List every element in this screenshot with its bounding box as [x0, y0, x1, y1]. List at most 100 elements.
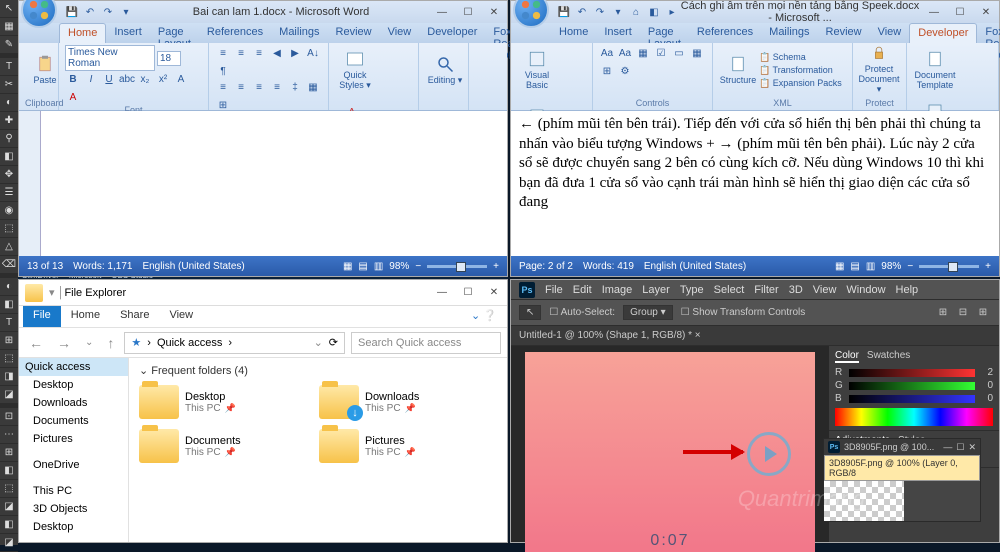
menu-image[interactable]: Image: [602, 284, 633, 296]
tab-insert[interactable]: Insert: [106, 23, 150, 43]
control-button[interactable]: ▦: [635, 45, 651, 61]
fontcolor-button[interactable]: A: [65, 89, 81, 105]
sidebar-item-onedrive[interactable]: OneDrive: [19, 456, 128, 474]
sidebar-item-desktop2[interactable]: Desktop: [19, 518, 128, 536]
font-name-select[interactable]: Times New Roman: [65, 45, 155, 71]
align-center-button[interactable]: ≡: [233, 79, 249, 95]
panel-tab-swatches[interactable]: Swatches: [867, 350, 910, 363]
control-button[interactable]: ☑: [653, 45, 669, 61]
transparency-canvas[interactable]: [824, 481, 904, 521]
tool-btn[interactable]: ⋯: [0, 426, 18, 444]
highlight-button[interactable]: A: [173, 71, 189, 87]
zoom-level[interactable]: 98%: [881, 261, 901, 272]
view-web-icon[interactable]: ▥: [374, 261, 383, 272]
menu-filter[interactable]: Filter: [754, 284, 778, 296]
tool-btn[interactable]: ✎: [0, 36, 18, 54]
ps-canvas-area[interactable]: 0:07 Quantrimang: [511, 346, 829, 542]
ps-document-tab[interactable]: Untitled-1 @ 100% (Shape 1, RGB/8) * ×: [511, 326, 999, 346]
autoselect-group-select[interactable]: Group ▾: [623, 305, 673, 320]
view-print-icon[interactable]: ▦: [835, 261, 844, 272]
ps-logo-icon[interactable]: Ps: [519, 282, 535, 298]
qat-more-icon[interactable]: ▾: [611, 5, 625, 19]
sidebar-item-thispc[interactable]: This PC: [19, 482, 128, 500]
qat-more-icon[interactable]: ▾: [119, 5, 133, 19]
address-input[interactable]: ★ › Quick access › ⌄ ⟳: [124, 332, 345, 354]
align-justify-button[interactable]: ≡: [269, 79, 285, 95]
tool-btn[interactable]: T: [0, 58, 18, 76]
word1-document[interactable]: [41, 111, 507, 256]
tab-page-layout[interactable]: Page Layout: [640, 23, 689, 43]
menu-type[interactable]: Type: [680, 284, 704, 296]
nav-back-button[interactable]: ←: [25, 335, 47, 351]
bullets-button[interactable]: ≡: [215, 45, 231, 61]
menu-edit[interactable]: Edit: [573, 284, 592, 296]
close-button[interactable]: ✕: [973, 3, 999, 21]
ribbon-expand-button[interactable]: ⌄ ❔: [461, 306, 507, 327]
qat-undo-icon[interactable]: ↶: [575, 5, 589, 19]
breadcrumb[interactable]: ›: [228, 337, 232, 349]
control-button[interactable]: Aa: [617, 45, 633, 61]
word2-document[interactable]: ← (phím mũi tên bên trái). Tiếp đến với …: [511, 111, 999, 256]
tool-btn[interactable]: ⬚: [0, 480, 18, 498]
refresh-button[interactable]: ⟳: [329, 336, 338, 349]
tab-references[interactable]: References: [689, 23, 761, 43]
sidebar-quick-access[interactable]: Quick access: [19, 358, 128, 376]
align-button[interactable]: ⊞: [975, 305, 991, 321]
qat-redo-icon[interactable]: ↷: [101, 5, 115, 19]
visual-basic-button[interactable]: Visual Basic: [517, 45, 557, 95]
g-slider[interactable]: [849, 382, 975, 390]
r-slider[interactable]: [849, 369, 975, 377]
menu-layer[interactable]: Layer: [642, 284, 670, 296]
play-button-icon[interactable]: [747, 432, 791, 476]
align-left-button[interactable]: ≡: [215, 79, 231, 95]
maximize-button[interactable]: ☐: [455, 284, 481, 302]
status-lang[interactable]: English (United States): [644, 261, 746, 272]
nav-history-button[interactable]: ⌄: [81, 337, 97, 348]
tool-btn[interactable]: ↖: [0, 0, 18, 18]
r-value[interactable]: 2: [979, 367, 993, 378]
strike-button[interactable]: abc: [119, 71, 135, 87]
view-web-icon[interactable]: ▥: [866, 261, 875, 272]
tool-btn[interactable]: ◪: [0, 498, 18, 516]
tab-references[interactable]: References: [199, 23, 271, 43]
show-transform-checkbox[interactable]: ☐ Show Transform Controls: [681, 307, 806, 318]
qat-extra-icon[interactable]: ⌂: [629, 5, 643, 19]
nav-forward-button[interactable]: →: [53, 335, 75, 351]
menu-view[interactable]: View: [813, 284, 837, 296]
align-button[interactable]: ⊞: [935, 305, 951, 321]
tool-btn[interactable]: ◐: [0, 278, 18, 296]
color-spectrum[interactable]: [835, 408, 993, 426]
tool-btn[interactable]: ◪: [0, 386, 18, 404]
xml-expansion-button[interactable]: 📋 Expansion Packs: [759, 78, 842, 89]
close-button[interactable]: ✕: [481, 284, 507, 302]
menu-window[interactable]: Window: [846, 284, 885, 296]
explorer-titlebar[interactable]: ▾ │ File Explorer — ☐ ✕: [19, 280, 507, 306]
tool-btn[interactable]: ▦: [0, 18, 18, 36]
word2-titlebar[interactable]: 💾 ↶ ↷ ▾ ⌂ ◧ ▸ Cách ghi âm trên mọi nền t…: [511, 1, 999, 23]
italic-button[interactable]: I: [83, 71, 99, 87]
maximize-button[interactable]: ☐: [947, 3, 973, 21]
sidebar-item-pictures[interactable]: Pictures: [19, 430, 128, 448]
minimize-button[interactable]: —: [943, 442, 952, 452]
menu-3d[interactable]: 3D: [789, 284, 803, 296]
ps-artboard[interactable]: 0:07 Quantrimang: [525, 352, 815, 552]
sort-button[interactable]: A↓: [305, 45, 321, 61]
tool-btn[interactable]: ⊞: [0, 332, 18, 350]
minimize-button[interactable]: —: [429, 284, 455, 302]
tab-developer[interactable]: Developer: [909, 23, 977, 43]
tab-home[interactable]: Home: [59, 23, 106, 43]
status-lang[interactable]: English (United States): [142, 261, 244, 272]
indent-inc-button[interactable]: ▶: [287, 45, 303, 61]
folder-downloads[interactable]: DownloadsThis PC📌: [319, 385, 469, 419]
control-button[interactable]: ⚙: [617, 63, 633, 79]
search-input[interactable]: Search Quick access: [351, 332, 501, 354]
panel-tab-color[interactable]: Color: [835, 350, 859, 363]
tool-btn[interactable]: T: [0, 314, 18, 332]
tool-btn[interactable]: ◧: [0, 148, 18, 166]
align-right-button[interactable]: ≡: [251, 79, 267, 95]
zoom-slider[interactable]: [427, 265, 487, 268]
zoom-level[interactable]: 98%: [389, 261, 409, 272]
status-words[interactable]: Words: 419: [583, 261, 634, 272]
tab-insert[interactable]: Insert: [596, 23, 640, 43]
tab-file[interactable]: File: [23, 306, 61, 327]
